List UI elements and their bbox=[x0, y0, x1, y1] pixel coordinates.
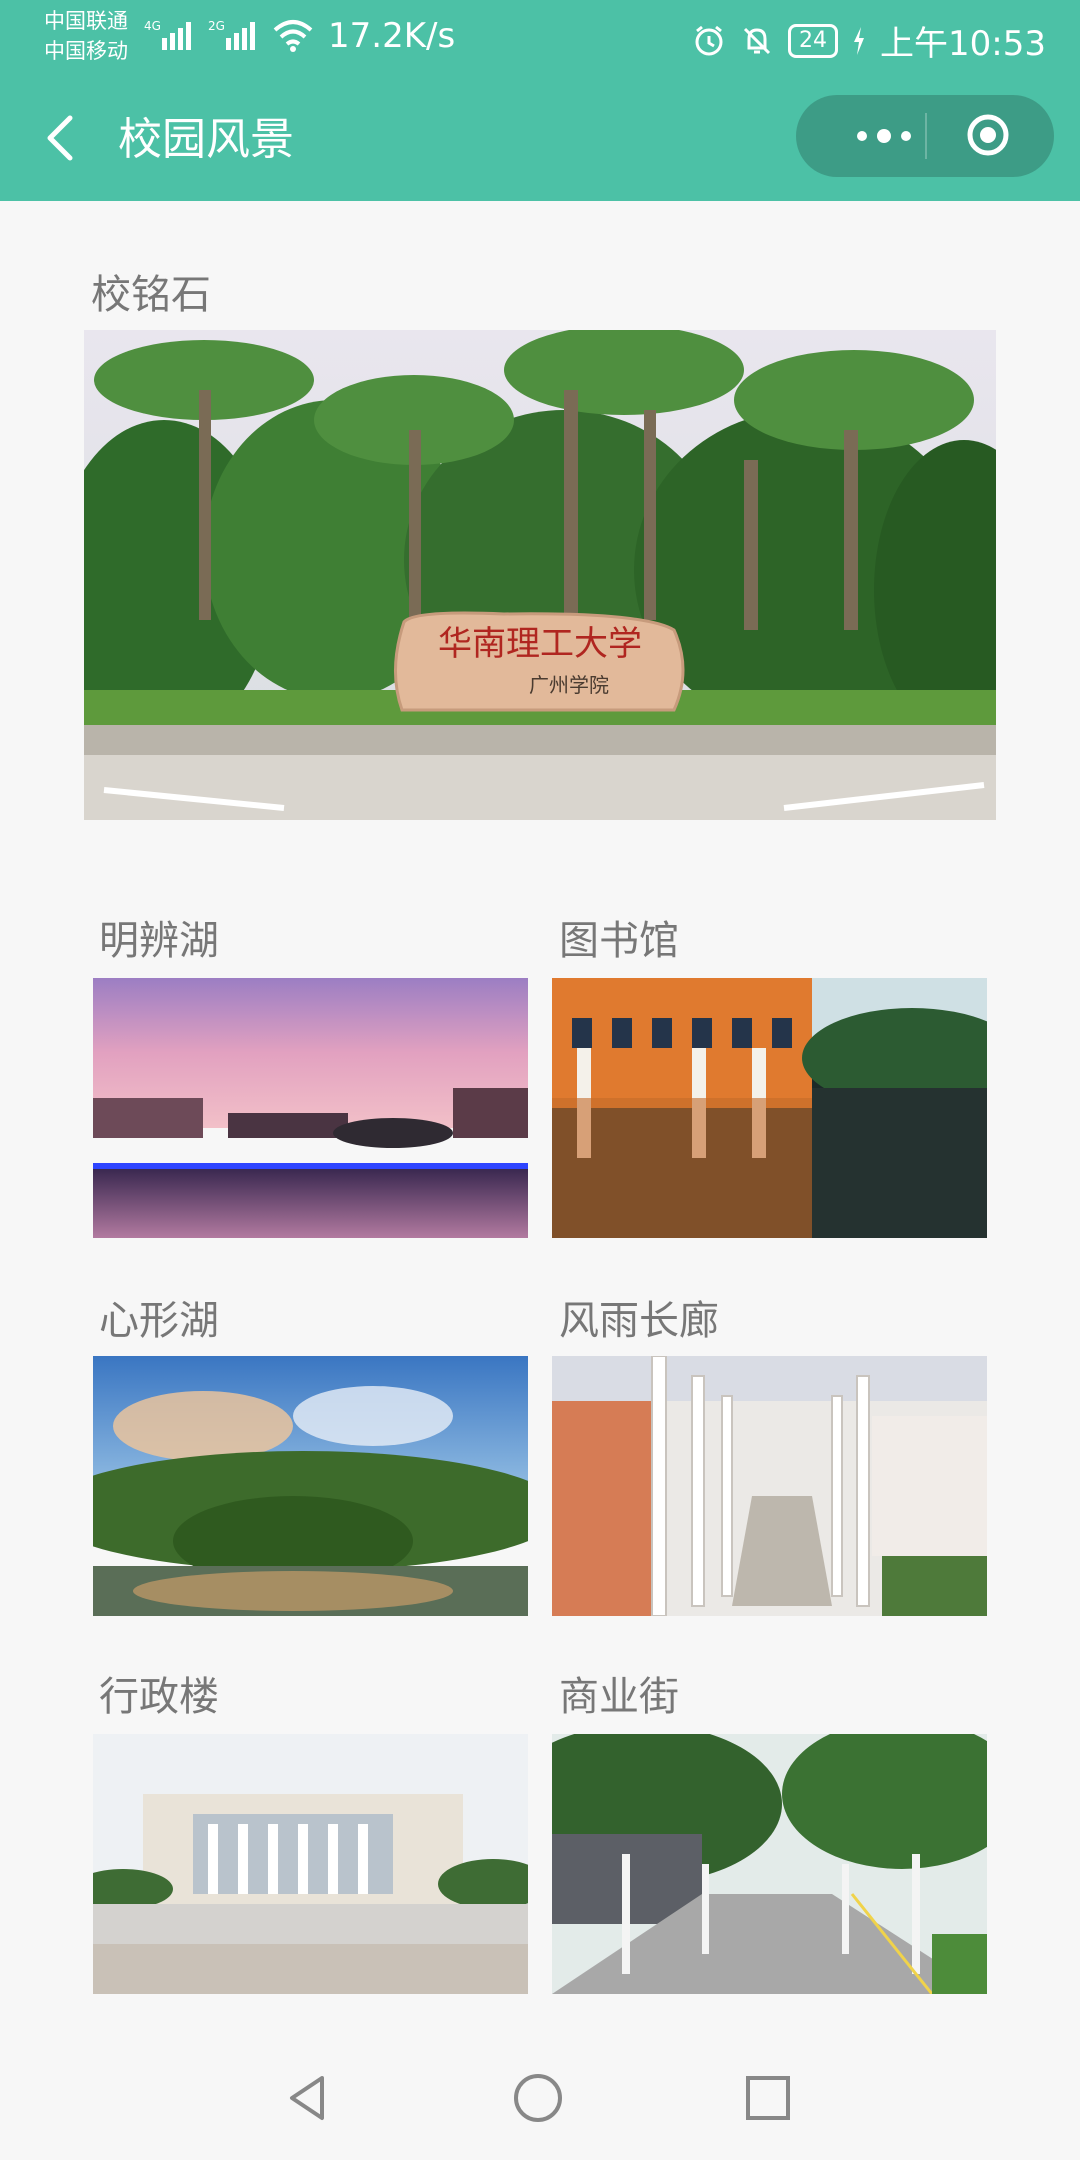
triangle-back-icon[interactable] bbox=[280, 2070, 336, 2126]
grid-title-1: 明辨湖 bbox=[99, 918, 219, 964]
wifi-icon bbox=[273, 20, 313, 52]
grid-title-5: 行政楼 bbox=[99, 1674, 219, 1720]
signal-icon-2: 2G bbox=[208, 19, 255, 50]
signal-icon: 4G bbox=[144, 19, 191, 50]
featured-photo[interactable]: 华南理工大学 广州学院 bbox=[84, 330, 996, 820]
network-speed: 17.2K/s bbox=[328, 16, 456, 56]
stone-text-1: 华南理工大学 bbox=[438, 624, 642, 664]
grid-photo-6[interactable] bbox=[552, 1734, 987, 1994]
bolt-icon bbox=[854, 26, 865, 55]
capsule-divider bbox=[925, 113, 927, 159]
grid-title-3: 心形湖 bbox=[99, 1298, 219, 1344]
page-title: 校园风景 bbox=[118, 114, 294, 165]
grid-photo-2[interactable] bbox=[552, 978, 987, 1238]
circle-home-icon[interactable] bbox=[510, 2070, 566, 2126]
carrier-2: 中国移动 bbox=[44, 39, 128, 63]
battery-indicator: 24 bbox=[788, 23, 839, 58]
grid-photo-3[interactable] bbox=[93, 1356, 528, 1616]
bell-off-icon bbox=[743, 27, 771, 54]
more-dots-icon[interactable] bbox=[836, 122, 932, 150]
nav-bar: 校园风景 bbox=[0, 76, 1080, 201]
alarm-icon bbox=[695, 25, 723, 55]
carrier-1: 中国联通 bbox=[44, 9, 128, 33]
square-recent-icon[interactable] bbox=[740, 2070, 796, 2126]
target-circle-icon[interactable] bbox=[966, 113, 1010, 157]
net-2-label: 2G bbox=[208, 19, 225, 33]
grid-title-4: 风雨长廊 bbox=[559, 1298, 719, 1344]
grid-photo-5[interactable] bbox=[93, 1734, 528, 1994]
grid-photo-4[interactable] bbox=[552, 1356, 987, 1616]
status-right: 24 上午10:53 bbox=[692, 16, 1046, 65]
grid-title-2: 图书馆 bbox=[559, 918, 679, 964]
chevron-left-icon[interactable] bbox=[40, 110, 80, 166]
grid-title-6: 商业街 bbox=[559, 1674, 679, 1720]
grid-photo-1[interactable] bbox=[93, 978, 528, 1238]
system-nav-bar bbox=[0, 2020, 1080, 2160]
stone-text-2: 广州学院 bbox=[529, 673, 609, 697]
status-bar: 中国联通 中国移动 4G 2G 17.2K/s 24 上午10:53 bbox=[0, 0, 1080, 76]
carrier-info: 中国联通 中国移动 bbox=[44, 6, 128, 66]
featured-title: 校铭石 bbox=[91, 272, 211, 318]
net-1-label: 4G bbox=[144, 19, 161, 33]
clock: 上午10:53 bbox=[880, 24, 1046, 64]
mini-program-capsule bbox=[796, 95, 1054, 177]
